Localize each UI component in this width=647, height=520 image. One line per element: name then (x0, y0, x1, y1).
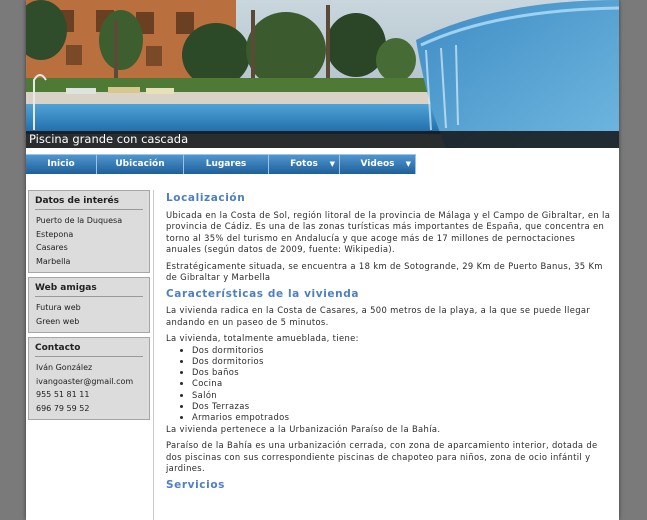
box-contacto: Contacto Iván González ivangoaster@gmail… (28, 337, 150, 420)
nav-label: Ubicación (115, 159, 165, 169)
contact-email[interactable]: ivangoaster@gmail.com (29, 375, 149, 389)
dropdown-arrow-icon: ▼ (329, 160, 335, 168)
header-caption: Piscina grande con cascada (26, 131, 619, 148)
list-item: Dos dormitorios (192, 345, 612, 356)
paragraph: Ubicada en la Costa de Sol, región litor… (166, 209, 611, 255)
list-item: Dos baños (192, 367, 612, 378)
link-green-web[interactable]: Green web (29, 315, 149, 329)
page: Piscina grande con cascada Inicio Ubicac… (26, 0, 619, 520)
box-web-amigas: Web amigas Futura web Green web (28, 277, 150, 333)
main-menu: Inicio Ubicación Lugares Fotos ▼ Videos … (26, 154, 416, 175)
paragraph: Paraíso de la Bahía es una urbanización … (166, 440, 598, 474)
heading-caracteristicas: Características de la vivienda (166, 287, 359, 300)
box-title: Contacto (35, 340, 143, 357)
header-photo: Piscina grande con cascada (26, 0, 619, 148)
box-title: Web amigas (35, 280, 143, 297)
nav-label: Lugares (205, 159, 247, 169)
list-item: Dos dormitorios (192, 356, 612, 367)
dropdown-arrow-icon: ▼ (405, 160, 411, 168)
link-marbella[interactable]: Marbella (29, 255, 149, 269)
list-item: Armarios empotrados (192, 412, 612, 423)
features-list: Dos dormitorios Dos dormitorios Dos baño… (166, 345, 612, 424)
paragraph: La vivienda pertenece a la Urbanización … (166, 423, 441, 434)
paragraph: Estratégicamente situada, se encuentra a… (166, 260, 603, 283)
paragraph: La vivienda radica en la Costa de Casare… (166, 305, 591, 327)
nav-videos[interactable]: Videos ▼ (340, 155, 416, 174)
heading-localizacion: Localización (166, 192, 246, 204)
sidebar: Datos de interés Puerto de la Duquesa Es… (28, 190, 150, 424)
heading-servicios: Servicios (166, 478, 225, 491)
link-casares[interactable]: Casares (29, 241, 149, 255)
nav-bar: Inicio Ubicación Lugares Fotos ▼ Videos … (26, 148, 619, 177)
nav-lugares[interactable]: Lugares (184, 155, 269, 174)
pool-photo (26, 0, 619, 148)
nav-label: Fotos (290, 159, 318, 169)
contact-name: Iván González (36, 363, 93, 372)
nav-label: Videos (360, 159, 395, 169)
link-futura-web[interactable]: Futura web (29, 301, 149, 315)
link-puerto-duquesa[interactable]: Puerto de la Duquesa (29, 214, 149, 228)
contact-phone: 955 51 81 11 (36, 390, 90, 399)
nav-ubicacion[interactable]: Ubicación (97, 155, 184, 174)
nav-fotos[interactable]: Fotos ▼ (269, 155, 340, 174)
main-content: Localización Ubicada en la Costa de Sol,… (166, 192, 612, 496)
paragraph: La vivienda, totalmente amueblada, tiene… (166, 333, 359, 343)
box-datos-interes: Datos de interés Puerto de la Duquesa Es… (28, 190, 150, 273)
list-item: Salón (192, 390, 612, 401)
list-item: Dos Terrazas (192, 401, 612, 412)
link-estepona[interactable]: Estepona (29, 228, 149, 242)
list-item: Cocina (192, 378, 612, 389)
contact-mobile: 696 79 59 52 (36, 403, 90, 413)
nav-label: Inicio (47, 159, 75, 169)
box-title: Datos de interés (35, 193, 143, 210)
nav-inicio[interactable]: Inicio (26, 155, 97, 174)
column-divider (153, 190, 154, 520)
